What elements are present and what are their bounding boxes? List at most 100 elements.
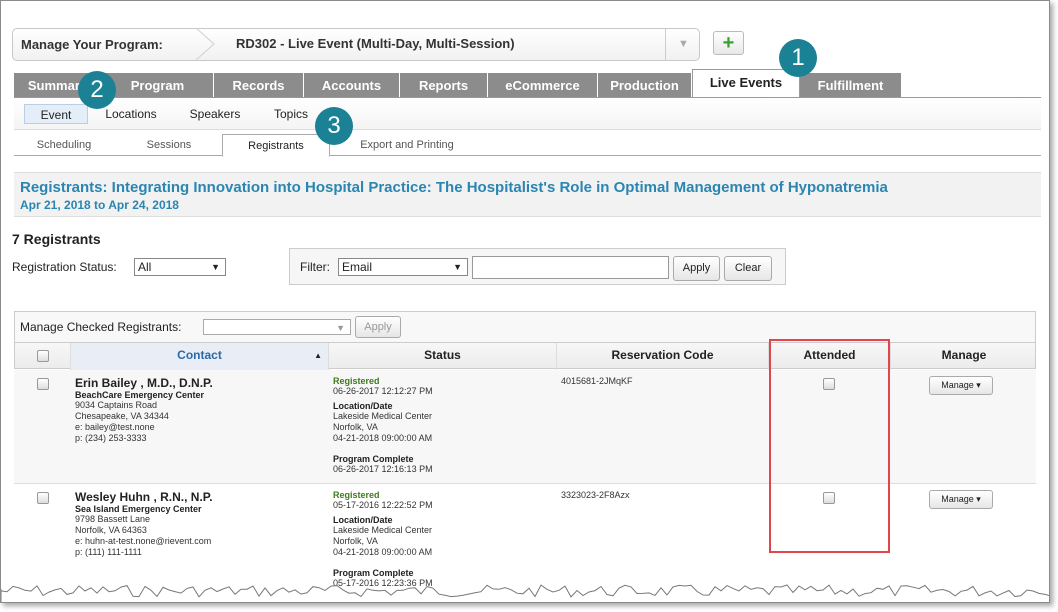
sub-nav: Event Locations Speakers Topics bbox=[14, 98, 1041, 130]
subnav-event[interactable]: Event bbox=[24, 104, 88, 124]
contact-org: BeachCare Emergency Center bbox=[75, 390, 205, 400]
attended-highlight-box bbox=[769, 339, 890, 553]
status-badge: Registered bbox=[333, 376, 380, 386]
contact-address2: Chesapeake, VA 34344 bbox=[75, 411, 169, 421]
event-date-range: Apr 21, 2018 to Apr 24, 2018 bbox=[20, 198, 179, 212]
event-banner: Registrants: Integrating Innovation into… bbox=[14, 172, 1041, 217]
row-checkbox[interactable] bbox=[37, 378, 49, 390]
manage-checked-label: Manage Checked Registrants: bbox=[20, 320, 182, 334]
add-program-button[interactable]: + bbox=[713, 31, 744, 55]
manage-button-label: Manage bbox=[941, 494, 974, 504]
manage-checked-select[interactable]: ▼ bbox=[203, 319, 351, 335]
location-city: Norfolk, VA bbox=[333, 536, 378, 546]
chevron-down-icon[interactable]: ▼ bbox=[665, 29, 701, 60]
callout-badge-3: 3 bbox=[315, 107, 353, 145]
callout-badge-1: 1 bbox=[779, 39, 817, 77]
tab-reports[interactable]: Reports bbox=[400, 73, 488, 98]
contact-address1: 9798 Bassett Lane bbox=[75, 514, 151, 524]
contact-email: e: huhn-at-test.none@rievent.com bbox=[75, 536, 212, 546]
program-complete-label: Program Complete bbox=[333, 568, 414, 578]
status-cell: Registered 06-26-2017 12:12:27 PM Locati… bbox=[333, 376, 553, 475]
main-tabs: Summary Program Records Accounts Reports… bbox=[14, 69, 904, 99]
filter-input[interactable] bbox=[472, 256, 669, 279]
location-city: Norfolk, VA bbox=[333, 422, 378, 432]
subnav-speakers[interactable]: Speakers bbox=[184, 104, 246, 124]
select-all-checkbox[interactable] bbox=[36, 350, 49, 362]
tab-records[interactable]: Records bbox=[214, 73, 304, 98]
location-name: Lakeside Medical Center bbox=[333, 525, 433, 535]
reservation-code: 3323023-2F8Azx bbox=[561, 490, 630, 500]
column-header-reservation-code: Reservation Code bbox=[557, 343, 769, 370]
registration-status-select[interactable]: All ▼ bbox=[134, 258, 226, 276]
program-complete-date: 06-26-2017 12:16:13 PM bbox=[333, 464, 433, 474]
chevron-down-icon: ▼ bbox=[211, 262, 220, 272]
page-title: Registrants: Integrating Innovation into… bbox=[20, 179, 888, 196]
manage-dropdown-button[interactable]: Manage ▾ bbox=[929, 376, 993, 395]
location-date: 04-21-2018 09:00:00 AM bbox=[333, 433, 433, 443]
sort-asc-icon: ▲ bbox=[314, 351, 322, 360]
manage-button-label: Manage bbox=[941, 380, 974, 390]
contact-address1: 9034 Captains Road bbox=[75, 400, 158, 410]
contact-cell: Wesley Huhn , R.N., N.P. Sea Island Emer… bbox=[75, 490, 325, 558]
registrant-subtabs: Scheduling Sessions Registrants Export a… bbox=[14, 134, 1041, 157]
registration-status-value: All bbox=[138, 260, 152, 274]
registrant-count: 7 Registrants bbox=[12, 231, 101, 247]
caret-down-icon: ▾ bbox=[976, 380, 981, 390]
location-name: Lakeside Medical Center bbox=[333, 411, 433, 421]
reservation-code: 4015681-2JMqKF bbox=[561, 376, 633, 386]
tab-ecommerce[interactable]: eCommerce bbox=[488, 73, 598, 98]
subnav-topics[interactable]: Topics bbox=[268, 104, 314, 124]
contact-email: e: bailey@test.none bbox=[75, 422, 155, 432]
tab-live-events[interactable]: Live Events bbox=[692, 69, 800, 99]
subtab-sessions[interactable]: Sessions bbox=[124, 134, 214, 156]
location-label: Location/Date bbox=[333, 401, 393, 411]
chevron-down-icon: ▼ bbox=[336, 323, 345, 333]
contact-cell: Erin Bailey , M.D., D.N.P. BeachCare Eme… bbox=[75, 376, 325, 444]
tab-production[interactable]: Production bbox=[598, 73, 692, 98]
contact-name[interactable]: Wesley Huhn , R.N., N.P. bbox=[75, 490, 325, 504]
column-header-manage: Manage bbox=[941, 348, 987, 362]
contact-phone: p: (234) 253-3333 bbox=[75, 433, 147, 443]
status-cell: Registered 05-17-2016 12:22:52 PM Locati… bbox=[333, 490, 553, 589]
filter-field-value: Email bbox=[342, 260, 373, 274]
program-selector-bar: Manage Your Program: RD302 - Live Event … bbox=[12, 28, 700, 61]
subtab-export-printing[interactable]: Export and Printing bbox=[344, 134, 470, 156]
subnav-locations[interactable]: Locations bbox=[98, 104, 164, 124]
column-header-status: Status bbox=[329, 343, 557, 370]
contact-address2: Norfolk, VA 64363 bbox=[75, 525, 147, 535]
program-label: Manage Your Program: bbox=[21, 37, 163, 52]
status-date: 06-26-2017 12:12:27 PM bbox=[333, 386, 433, 396]
filter-panel: Filter: Email ▼ Apply Clear bbox=[289, 248, 786, 285]
row-checkbox[interactable] bbox=[37, 492, 49, 504]
contact-org: Sea Island Emergency Center bbox=[75, 504, 202, 514]
location-date: 04-21-2018 09:00:00 AM bbox=[333, 547, 433, 557]
contact-name[interactable]: Erin Bailey , M.D., D.N.P. bbox=[75, 376, 325, 390]
contact-phone: p: (111) 111-1111 bbox=[75, 547, 142, 557]
filter-label: Filter: bbox=[300, 260, 330, 274]
subtab-registrants[interactable]: Registrants bbox=[222, 134, 330, 157]
manage-checked-apply-button[interactable]: Apply bbox=[355, 316, 401, 338]
subtab-scheduling[interactable]: Scheduling bbox=[14, 134, 114, 156]
manage-dropdown-button[interactable]: Manage ▾ bbox=[929, 490, 993, 509]
location-label: Location/Date bbox=[333, 515, 393, 525]
filter-apply-button[interactable]: Apply bbox=[673, 256, 720, 281]
caret-down-icon: ▾ bbox=[976, 494, 981, 504]
chevron-down-icon: ▼ bbox=[453, 262, 462, 272]
callout-badge-2: 2 bbox=[78, 71, 116, 109]
plus-icon: + bbox=[722, 32, 735, 54]
program-selected-value: RD302 - Live Event (Multi-Day, Multi-Ses… bbox=[236, 36, 515, 51]
contact-header-label: Contact bbox=[177, 348, 222, 362]
status-date: 05-17-2016 12:22:52 PM bbox=[333, 500, 433, 510]
filter-clear-button[interactable]: Clear bbox=[724, 256, 772, 281]
program-dropdown[interactable]: RD302 - Live Event (Multi-Day, Multi-Ses… bbox=[196, 28, 666, 61]
registration-status-label: Registration Status: bbox=[12, 260, 117, 274]
program-complete-label: Program Complete bbox=[333, 454, 414, 464]
app-window: Manage Your Program: RD302 - Live Event … bbox=[0, 0, 1050, 603]
tab-fulfillment[interactable]: Fulfillment bbox=[800, 73, 902, 98]
tab-program[interactable]: Program bbox=[102, 73, 214, 98]
select-all-cell bbox=[15, 343, 71, 370]
column-header-contact[interactable]: Contact ▲ bbox=[71, 343, 329, 370]
tab-accounts[interactable]: Accounts bbox=[304, 73, 400, 98]
torn-edge bbox=[1, 584, 1049, 602]
filter-field-select[interactable]: Email ▼ bbox=[338, 258, 468, 276]
